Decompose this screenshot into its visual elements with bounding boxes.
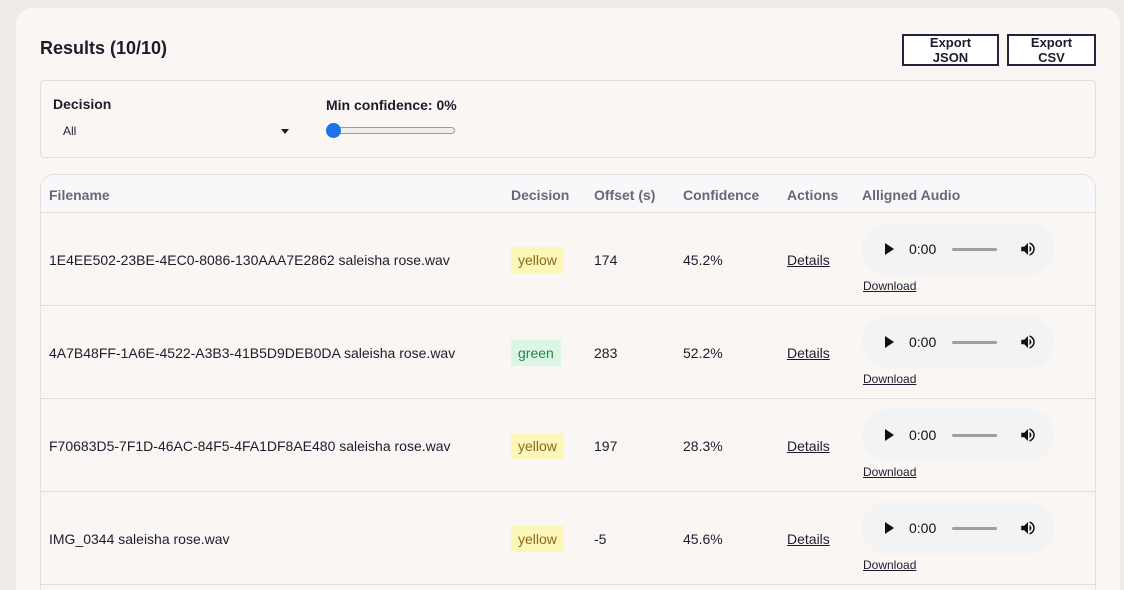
decision-badge: green bbox=[511, 340, 561, 366]
slider-track bbox=[326, 127, 455, 134]
column-header-confidence: Confidence bbox=[683, 187, 760, 203]
confidence-cell: 45.6% bbox=[683, 531, 723, 547]
details-link[interactable]: Details bbox=[787, 252, 830, 268]
decision-select-value: All bbox=[63, 124, 77, 138]
decision-badge: yellow bbox=[511, 526, 564, 552]
audio-time: 0:00 bbox=[909, 520, 937, 536]
confidence-cell: 52.2% bbox=[683, 345, 723, 361]
audio-time: 0:00 bbox=[909, 427, 937, 443]
download-link[interactable]: Download bbox=[863, 279, 916, 293]
filename-cell: F70683D5-7F1D-46AC-84F5-4FA1DF8AE480 sal… bbox=[49, 438, 451, 454]
audio-player: 0:00 bbox=[862, 316, 1054, 368]
column-header-actions: Actions bbox=[787, 187, 839, 203]
decision-badge: yellow bbox=[511, 247, 564, 273]
offset-cell: 174 bbox=[594, 252, 618, 268]
filename-cell: 4A7B48FF-1A6E-4522-A3B3-41B5D9DEB0DA sal… bbox=[49, 345, 456, 361]
filename-cell: IMG_0344 saleisha rose.wav bbox=[49, 531, 230, 547]
decision-badge: yellow bbox=[511, 433, 564, 459]
audio-progress-bar[interactable] bbox=[952, 248, 997, 251]
page-title: Results (10/10) bbox=[40, 38, 168, 58]
confidence-cell: 28.3% bbox=[683, 438, 723, 454]
results-table: Filename Decision Offset (s) Confidence … bbox=[40, 174, 1096, 590]
play-icon[interactable] bbox=[885, 522, 894, 534]
play-icon[interactable] bbox=[885, 243, 894, 255]
offset-cell: 283 bbox=[594, 345, 618, 361]
details-link[interactable]: Details bbox=[787, 345, 830, 361]
play-icon[interactable] bbox=[885, 336, 894, 348]
decision-filter-label: Decision bbox=[53, 96, 112, 112]
offset-cell: 197 bbox=[594, 438, 618, 454]
column-header-offset: Offset (s) bbox=[594, 187, 656, 203]
offset-cell: -5 bbox=[594, 531, 607, 547]
slider-thumb[interactable] bbox=[326, 123, 341, 138]
details-link[interactable]: Details bbox=[787, 438, 830, 454]
filename-cell: 1E4EE502-23BE-4EC0-8086-130AAA7E2862 sal… bbox=[49, 252, 450, 268]
audio-progress-bar[interactable] bbox=[952, 434, 997, 437]
volume-icon[interactable] bbox=[1019, 519, 1037, 537]
confidence-filter-label: Min confidence: 0% bbox=[326, 97, 457, 113]
download-link[interactable]: Download bbox=[863, 558, 916, 572]
export-json-button[interactable]: Export JSON bbox=[902, 34, 999, 66]
decision-select[interactable]: All bbox=[53, 119, 295, 143]
audio-time: 0:00 bbox=[909, 334, 937, 350]
export-csv-button[interactable]: Export CSV bbox=[1007, 34, 1096, 66]
audio-progress-bar[interactable] bbox=[952, 527, 997, 530]
audio-player: 0:00 bbox=[862, 223, 1054, 275]
play-icon[interactable] bbox=[885, 429, 894, 441]
audio-player: 0:00 bbox=[862, 409, 1054, 461]
table-header: Filename Decision Offset (s) Confidence … bbox=[41, 175, 1095, 213]
caret-down-icon bbox=[281, 129, 289, 134]
volume-icon[interactable] bbox=[1019, 426, 1037, 444]
column-header-filename: Filename bbox=[49, 187, 110, 203]
confidence-slider[interactable] bbox=[326, 123, 456, 138]
download-link[interactable]: Download bbox=[863, 372, 916, 386]
table-row: 1E4EE502-23BE-4EC0-8086-130AAA7E2862 sal… bbox=[41, 213, 1095, 306]
audio-progress-bar[interactable] bbox=[952, 341, 997, 344]
details-link[interactable]: Details bbox=[787, 531, 830, 547]
table-row: IMG_0344 saleisha rose.wav yellow -5 45.… bbox=[41, 492, 1095, 585]
table-row: 4A7B48FF-1A6E-4522-A3B3-41B5D9DEB0DA sal… bbox=[41, 306, 1095, 399]
column-header-decision: Decision bbox=[511, 187, 570, 203]
export-buttons: Export JSON Export CSV bbox=[902, 34, 1096, 66]
volume-icon[interactable] bbox=[1019, 333, 1037, 351]
results-header: Results (10/10) Export JSON Export CSV bbox=[40, 34, 1096, 66]
audio-time: 0:00 bbox=[909, 241, 937, 257]
filters-panel: Decision All Min confidence: 0% bbox=[40, 80, 1096, 158]
audio-player: 0:00 bbox=[862, 502, 1054, 554]
table-row: F70683D5-7F1D-46AC-84F5-4FA1DF8AE480 sal… bbox=[41, 399, 1095, 492]
results-card: Results (10/10) Export JSON Export CSV D… bbox=[16, 8, 1120, 590]
download-link[interactable]: Download bbox=[863, 465, 916, 479]
column-header-aligned-audio: Alligned Audio bbox=[862, 187, 961, 203]
confidence-cell: 45.2% bbox=[683, 252, 723, 268]
volume-icon[interactable] bbox=[1019, 240, 1037, 258]
